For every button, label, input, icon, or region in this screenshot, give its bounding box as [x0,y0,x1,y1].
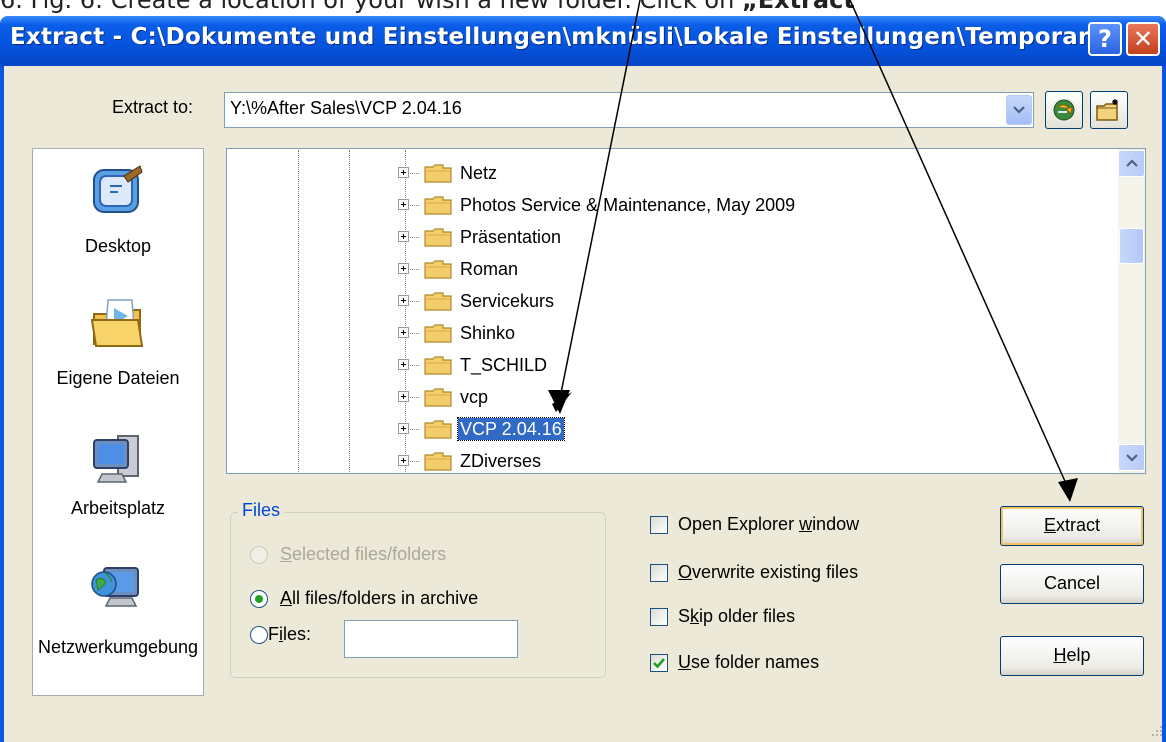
help-button-rest: elp [1066,645,1091,665]
tree-expand-icon[interactable] [398,455,409,466]
tree-expand-icon[interactable] [398,327,409,338]
accel-letter: S [280,544,293,564]
radio-all-files-label[interactable]: All files/folders in archive [280,588,478,609]
folder-icon [424,163,452,183]
tree-item-selected[interactable]: VCP 2.04.16 [457,417,565,441]
resize-grip-icon[interactable] [1146,722,1164,740]
accel-letter: k [690,606,700,626]
accel-letter: i [279,624,283,644]
caption-emphasis: „Extract“ [741,0,871,14]
files-group-title: Files [238,500,285,521]
tree-item[interactable]: Photos Service & Maintenance, May 2009 [458,194,797,216]
folder-icon [424,387,452,407]
folder-icon [424,227,452,247]
accel-letter: O [678,562,693,582]
checkbox-open-explorer-label[interactable]: Open Explorer window [678,514,859,535]
tree-item[interactable]: Netz [458,162,499,184]
files-input[interactable] [344,620,518,658]
checkbox-use-folder-names-label[interactable]: Use folder names [678,652,819,673]
folder-icon [424,291,452,311]
caption-text: 6. Fig. 6: Create a location of your wis… [0,0,742,14]
radio-files[interactable] [250,626,268,644]
title-close-button[interactable]: ✕ [1126,22,1160,56]
folder-icon [424,259,452,279]
cancel-button[interactable]: Cancel [1000,564,1144,604]
extract-to-label: Extract to: [112,97,194,117]
my-documents-icon[interactable] [88,292,148,352]
tree-scrollbar[interactable] [1118,149,1145,473]
checkbox-use-folder-names[interactable] [650,654,668,672]
checkbox-skip-older-label[interactable]: Skip older files [678,606,795,627]
desktop-icon[interactable] [88,162,148,222]
accel-letter: H [1053,645,1067,665]
accel-letter: w [799,514,813,534]
option-text: elected files/folders [292,544,447,564]
tree-item[interactable]: Shinko [458,322,517,344]
up-folder-button[interactable] [1045,91,1083,129]
folder-icon [424,355,452,375]
checkmark-icon [653,658,665,669]
new-folder-icon [1096,99,1118,121]
tree-expand-icon[interactable] [398,263,409,274]
combo-dropdown-button[interactable] [1006,95,1032,125]
tree-expand-icon[interactable] [398,391,409,402]
extract-button[interactable]: Extract [1000,506,1144,546]
radio-selected-files[interactable] [250,546,268,564]
checkbox-overwrite-label[interactable]: Overwrite existing files [678,562,858,583]
folder-icon [424,323,452,343]
option-text: ll files/folders in archive [292,588,479,608]
tree-item[interactable]: vcp [458,386,490,408]
place-desktop-label[interactable]: Desktop [32,236,204,257]
accel-letter: E [1043,515,1056,535]
scroll-down-button[interactable] [1118,444,1145,471]
folder-icon [424,451,452,471]
tree-expand-icon[interactable] [398,199,409,210]
new-folder-button[interactable] [1090,91,1128,129]
radio-all-files[interactable] [250,590,268,608]
folder-up-icon [1053,99,1075,121]
my-computer-icon[interactable] [88,430,148,490]
instruction-caption: 6. Fig. 6: Create a location of your wis… [0,0,1166,16]
checkbox-open-explorer[interactable] [650,516,668,534]
tree-expand-icon[interactable] [398,423,409,434]
scroll-thumb[interactable] [1119,228,1144,264]
accel-letter: A [280,588,293,608]
tree-item[interactable]: Roman [458,258,520,280]
tree-expand-icon[interactable] [398,231,409,242]
accel-letter: U [678,652,691,672]
title-help-button[interactable]: ? [1088,22,1122,56]
extract-button-rest: xtract [1056,515,1101,535]
chevron-up-icon [1125,159,1138,167]
help-button[interactable]: Help [1000,636,1144,676]
tree-guide-line [349,150,350,472]
tree-item[interactable]: T_SCHILD [458,354,549,376]
tree-item[interactable]: Präsentation [458,226,563,248]
tree-expand-icon[interactable] [398,295,409,306]
tree-expand-icon[interactable] [398,167,409,178]
place-my-computer-label[interactable]: Arbeitsplatz [32,498,204,519]
chevron-down-icon [1013,106,1025,114]
tree-expand-icon[interactable] [398,359,409,370]
tree-item[interactable]: ZDiverses [458,450,543,472]
tree-guide-line [298,150,299,472]
radio-selected-files-label[interactable]: Selected files/folders [280,544,446,565]
window-title: Extract - C:\Dokumente und Einstellungen… [10,24,1114,50]
checkbox-skip-older[interactable] [650,608,668,626]
place-my-documents-label[interactable]: Eigene Dateien [32,368,204,389]
radio-dot [255,595,263,603]
chevron-down-icon [1125,454,1138,462]
radio-files-label[interactable]: Files: [268,624,311,645]
scroll-up-button[interactable] [1118,150,1145,177]
network-places-icon[interactable] [88,558,148,618]
folder-icon [424,195,452,215]
checkbox-overwrite[interactable] [650,564,668,582]
place-network-label[interactable]: Netzwerkumgebung [32,636,204,658]
folder-icon [424,419,452,439]
extract-to-value[interactable]: Y:\%After Sales\VCP 2.04.16 [230,98,462,119]
tree-item[interactable]: Servicekurs [458,290,556,312]
